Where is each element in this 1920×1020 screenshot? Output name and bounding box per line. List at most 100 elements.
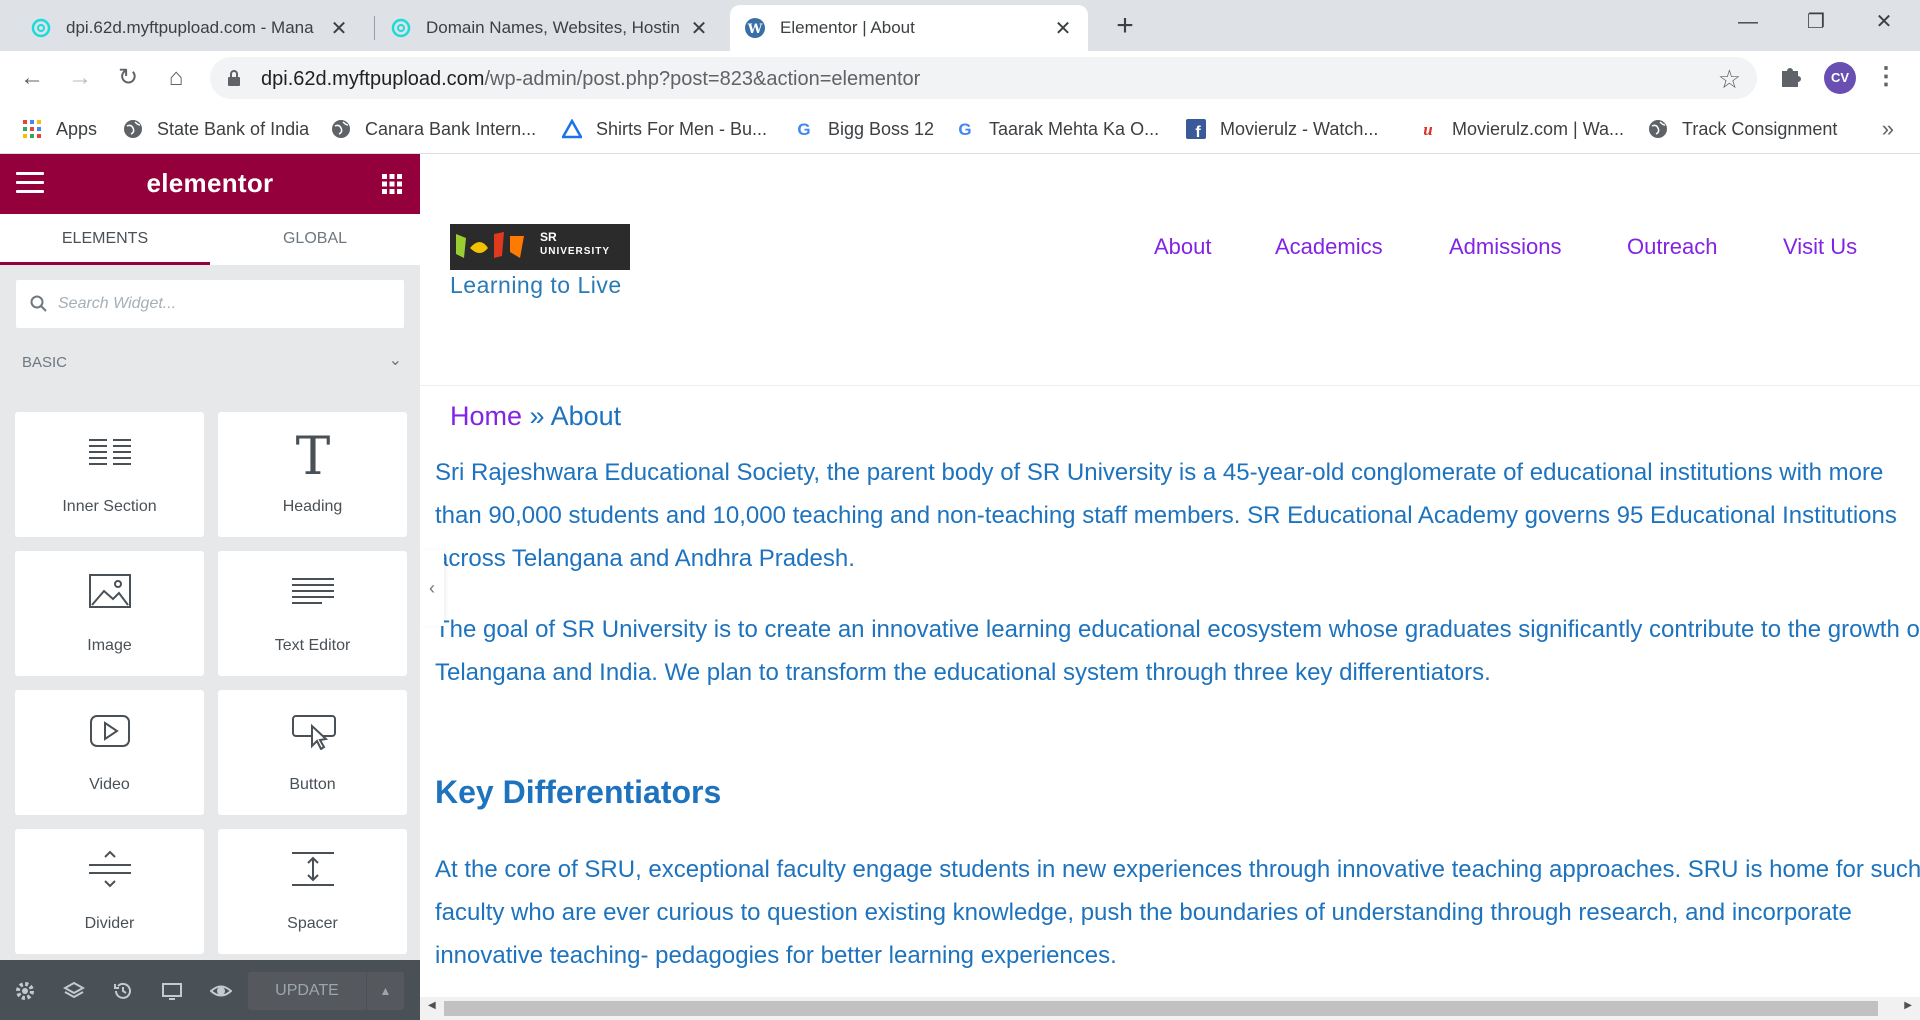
browser-menu-icon[interactable]: ⋮ [1874, 59, 1898, 95]
widgets-grid-icon[interactable] [382, 174, 402, 194]
nav-academics[interactable]: Academics [1275, 234, 1383, 260]
widget-label: Video [89, 776, 130, 793]
scroll-right-icon[interactable]: ▶ [1904, 1000, 1912, 1011]
panel-header: elementor [0, 154, 420, 214]
forward-icon[interactable]: → [63, 61, 97, 95]
google-icon: G [797, 120, 810, 139]
spacer-icon [292, 852, 334, 886]
google-icon: G [958, 120, 971, 139]
category-basic[interactable]: BASIC ⌄ [22, 352, 402, 371]
widget-image[interactable]: Image [15, 551, 204, 676]
close-tab-icon[interactable]: ✕ [688, 16, 710, 41]
widget-video[interactable]: Video [15, 690, 204, 815]
svg-text:W: W [747, 22, 763, 37]
responsive-desktop-icon[interactable] [161, 980, 183, 1002]
search-widget-input[interactable] [58, 280, 388, 328]
browser-tab-1[interactable]: dpi.62d.myftpupload.com - Mana ✕ [16, 5, 364, 51]
panel-footer: UPDATE ▲ [0, 960, 420, 1020]
bookmark-movierulz-fb[interactable]: f Movierulz - Watch... [1186, 116, 1378, 142]
bookmark-label: Movierulz.com | Wa... [1452, 118, 1625, 139]
category-label: BASIC [22, 354, 68, 371]
url-host: dpi.62d.myftpupload.com [261, 68, 485, 90]
widget-label: Heading [282, 498, 343, 515]
widget-search [15, 279, 405, 329]
key-differentiators-heading: Key Differentiators [435, 774, 722, 810]
bookmark-bigg-boss[interactable]: G Bigg Boss 12 [794, 116, 934, 142]
bookmark-canara[interactable]: Canara Bank Intern... [331, 116, 536, 142]
new-tab-button[interactable]: + [1108, 10, 1142, 44]
collapse-panel-button[interactable]: ‹ [420, 550, 444, 626]
lock-icon [228, 70, 240, 86]
settings-gear-icon[interactable] [14, 980, 36, 1002]
horizontal-scrollbar[interactable]: ◀ ▶ [420, 997, 1920, 1020]
bookmark-label: Canara Bank Intern... [365, 118, 537, 139]
history-icon[interactable] [112, 980, 134, 1002]
bookmark-apps[interactable]: Apps [22, 116, 97, 142]
bookmark-star-icon[interactable]: ☆ [1718, 64, 1741, 95]
browser-tab-2[interactable]: Domain Names, Websites, Hostin ✕ [376, 5, 724, 51]
scroll-left-icon[interactable]: ◀ [428, 1000, 436, 1011]
update-button[interactable]: UPDATE [248, 972, 366, 1010]
url-path: /wp-admin/post.php?post=823&action=eleme… [484, 68, 921, 90]
tab-global[interactable]: GLOBAL [210, 214, 420, 265]
widget-button[interactable]: Button [218, 690, 407, 815]
close-tab-icon[interactable]: ✕ [1052, 16, 1074, 41]
widget-text-editor[interactable]: Text Editor [218, 551, 407, 676]
reload-icon[interactable]: ↻ [111, 61, 145, 95]
divider-icon [89, 850, 131, 888]
inner-section-icon [89, 439, 131, 465]
save-options-icon[interactable]: ▲ [366, 972, 404, 1010]
godaddy-icon [391, 18, 411, 38]
widget-divider[interactable]: Divider [15, 829, 204, 954]
close-window-button[interactable]: ✕ [1856, 6, 1912, 40]
widget-label: Spacer [287, 915, 338, 932]
bookmark-sbi[interactable]: State Bank of India [123, 116, 309, 142]
back-icon[interactable]: ← [15, 61, 49, 95]
panel-tabs: ELEMENTS GLOBAL [0, 214, 420, 265]
breadcrumb-home-link[interactable]: Home [450, 401, 522, 431]
bookmark-label: Bigg Boss 12 [828, 118, 935, 139]
navigator-layers-icon[interactable] [63, 980, 85, 1002]
nav-admissions[interactable]: Admissions [1449, 234, 1561, 260]
site-tagline: Learning to Live [450, 272, 622, 298]
close-tab-icon[interactable]: ✕ [328, 16, 350, 41]
minimize-button[interactable]: — [1720, 6, 1776, 40]
widget-spacer[interactable]: Spacer [218, 829, 407, 954]
widget-inner-section[interactable]: Inner Section [15, 412, 204, 537]
tab-elements[interactable]: ELEMENTS [0, 214, 210, 265]
button-cursor-icon [292, 715, 336, 750]
restore-button[interactable]: ❐ [1788, 6, 1844, 40]
widget-heading[interactable]: T Heading [218, 412, 407, 537]
browser-toolbar: ← → ↻ ⌂ dpi.62d.myftpupload.com/wp-admin… [0, 51, 1920, 104]
globe-icon [124, 120, 142, 138]
home-icon[interactable]: ⌂ [159, 61, 193, 95]
sr-university-logo[interactable]: SR UNIVERSITY [450, 224, 630, 270]
bookmarks-bar: Apps State Bank of India Canara Bank Int… [0, 104, 1920, 154]
chevron-down-icon: ⌄ [388, 352, 402, 369]
tab-separator [374, 16, 375, 40]
nav-visit-us[interactable]: Visit Us [1783, 234, 1857, 260]
extensions-icon[interactable] [1776, 61, 1806, 91]
bookmark-track[interactable]: Track Consignment [1648, 116, 1837, 142]
svg-text:f: f [1195, 124, 1201, 139]
nav-about[interactable]: About [1154, 234, 1212, 260]
preview-eye-icon[interactable] [210, 980, 232, 1002]
bookmark-movierulz-com[interactable]: u Movierulz.com | Wa... [1418, 116, 1624, 142]
apps-grid-icon [23, 120, 41, 138]
bookmark-shirts[interactable]: Shirts For Men - Bu... [562, 116, 767, 142]
bookmark-taarak[interactable]: G Taarak Mehta Ka O... [955, 116, 1159, 142]
bookmark-label: Track Consignment [1682, 118, 1838, 139]
profile-avatar[interactable]: CV [1824, 62, 1856, 94]
bookmark-label: Taarak Mehta Ka O... [989, 118, 1160, 139]
nav-outreach[interactable]: Outreach [1627, 234, 1718, 260]
breadcrumb-current: About [550, 401, 622, 431]
widget-label: Divider [84, 915, 135, 932]
u-logo-icon: u [1423, 120, 1432, 139]
tab-strip: dpi.62d.myftpupload.com - Mana ✕ Domain … [0, 0, 1920, 51]
address-bar[interactable]: dpi.62d.myftpupload.com/wp-admin/post.ph… [210, 57, 1757, 99]
widget-label: Text Editor [274, 637, 351, 654]
browser-tab-active[interactable]: W Elementor | About ✕ [730, 5, 1088, 51]
globe-icon [332, 120, 350, 138]
more-bookmarks-icon[interactable]: » [1882, 116, 1894, 142]
scrollbar-thumb[interactable] [444, 1001, 1878, 1016]
